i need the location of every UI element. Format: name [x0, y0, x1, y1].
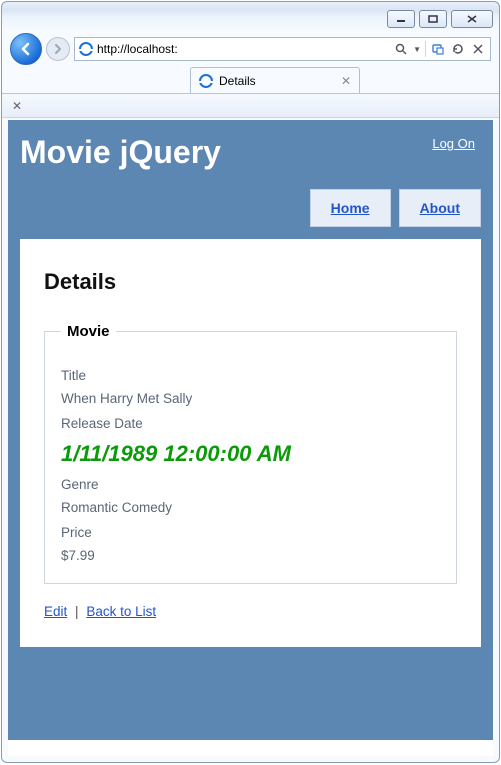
edit-link[interactable]: Edit — [44, 604, 67, 619]
ie-icon — [79, 42, 93, 56]
back-arrow-icon — [18, 41, 34, 57]
action-links: Edit | Back to List — [44, 604, 457, 619]
separator — [425, 41, 426, 57]
minimize-icon — [396, 15, 406, 23]
stop-icon[interactable] — [470, 41, 486, 57]
back-button[interactable] — [10, 33, 42, 65]
value-price: $7.99 — [61, 548, 440, 563]
logon-link[interactable]: Log On — [426, 134, 481, 153]
fieldset-legend: Movie — [61, 323, 116, 340]
toolbar-close-icon[interactable]: ✕ — [12, 99, 22, 113]
address-bar: ▼ — [74, 37, 491, 61]
tab-label: Details — [219, 74, 256, 88]
maximize-icon — [428, 15, 438, 23]
value-release: 1/11/1989 12:00:00 AM — [61, 441, 440, 467]
window-titlebar — [2, 2, 499, 32]
menu-bar: Home About — [20, 189, 481, 227]
browser-window: ▼ Details ✕ ✕ Movie jQuery Log — [1, 1, 500, 763]
tab-strip: Details ✕ — [2, 66, 499, 94]
window-close-button[interactable] — [451, 10, 493, 28]
tab-home[interactable]: Home — [310, 189, 391, 227]
value-title: When Harry Met Sally — [61, 391, 440, 406]
ie-icon — [199, 74, 213, 88]
movie-fieldset: Movie Title When Harry Met Sally Release… — [44, 323, 457, 584]
value-genre: Romantic Comedy — [61, 500, 440, 515]
secondary-toolbar: ✕ — [2, 94, 499, 118]
close-icon — [467, 15, 477, 23]
tab-spacer — [10, 69, 190, 93]
label-title: Title — [61, 368, 440, 383]
label-genre: Genre — [61, 477, 440, 492]
refresh-icon[interactable] — [450, 41, 466, 57]
search-dropdown-icon[interactable]: ▼ — [413, 45, 421, 54]
content-card: Details Movie Title When Harry Met Sally… — [20, 239, 481, 647]
label-price: Price — [61, 525, 440, 540]
viewport[interactable]: Movie jQuery Log On Home About Details M… — [8, 120, 493, 756]
header-bar: Movie jQuery Log On — [20, 134, 481, 171]
search-icon[interactable] — [393, 41, 409, 57]
tab-details[interactable]: Details ✕ — [190, 67, 360, 93]
url-input[interactable] — [97, 42, 389, 56]
forward-button[interactable] — [46, 37, 70, 61]
forward-arrow-icon — [52, 43, 64, 55]
page-heading: Details — [44, 269, 457, 295]
maximize-button[interactable] — [419, 10, 447, 28]
page-body: Movie jQuery Log On Home About Details M… — [8, 120, 493, 740]
compat-icon[interactable] — [430, 41, 446, 57]
link-separator: | — [71, 604, 83, 619]
back-to-list-link[interactable]: Back to List — [86, 604, 156, 619]
site-title: Movie jQuery — [20, 134, 221, 171]
minimize-button[interactable] — [387, 10, 415, 28]
nav-bar: ▼ — [2, 32, 499, 66]
tab-about[interactable]: About — [399, 189, 481, 227]
tab-close-icon[interactable]: ✕ — [341, 74, 351, 88]
label-release: Release Date — [61, 416, 440, 431]
